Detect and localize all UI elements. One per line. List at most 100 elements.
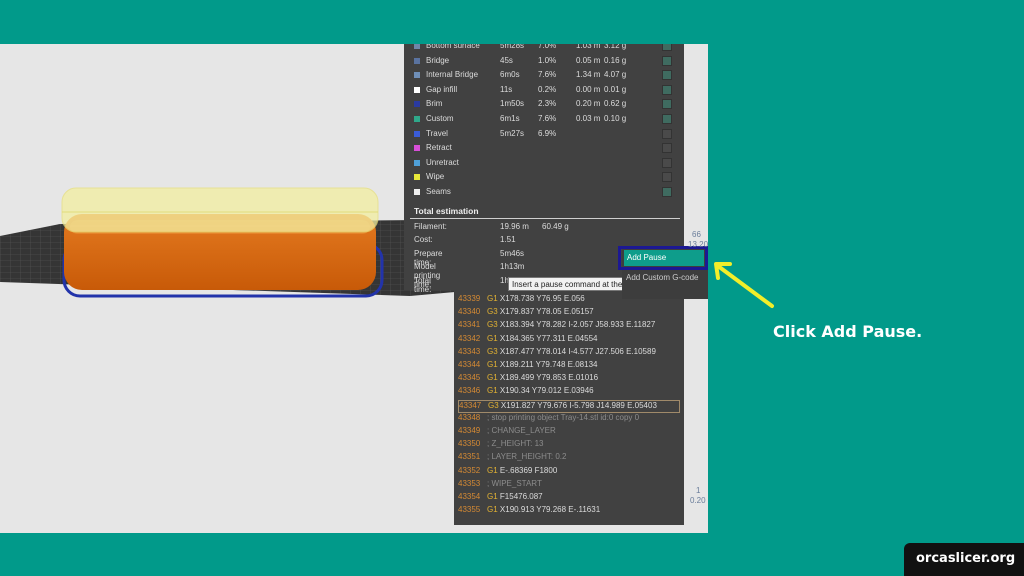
legend-row: Retract xyxy=(414,142,676,156)
gcode-line-number: 43347 xyxy=(459,400,482,410)
legend-name: Unretract xyxy=(426,157,459,167)
legend-swatch xyxy=(414,86,420,93)
legend-name: Internal Bridge xyxy=(426,70,479,80)
gcode-text: X190.913 Y79.268 E-.11631 xyxy=(499,505,601,515)
legend-m: 1.03 m xyxy=(576,44,601,50)
gcode-line[interactable]: 43349 ; CHANGE_LAYER xyxy=(458,426,680,439)
legend-row: Unretract xyxy=(414,157,676,171)
estimation-v1: 19.96 m xyxy=(500,222,529,231)
gcode-line[interactable]: 43355 G1 X190.913 Y79.268 E-.11631 xyxy=(458,505,680,518)
watermark-text: orcaslicer.org xyxy=(916,551,1016,566)
legend-name: Bridge xyxy=(426,55,450,65)
gcode-line-number: 43346 xyxy=(458,386,481,396)
legend-g: 4.07 g xyxy=(604,70,627,80)
gcode-text: X190.34 Y79.012 E.03946 xyxy=(499,386,594,396)
legend-g: 0.10 g xyxy=(604,114,627,123)
gcode-command: G1 xyxy=(487,492,498,501)
legend-pct: 7.6% xyxy=(538,114,557,123)
legend-name: Travel xyxy=(426,128,448,138)
gcode-line[interactable]: 43348 ; stop printing object Tray-14.stl … xyxy=(458,413,680,426)
gcode-line-number: 43342 xyxy=(458,333,481,343)
gcode-command: G3 xyxy=(488,400,499,410)
legend-pct: 0.2% xyxy=(538,84,557,94)
legend-visibility-checkbox[interactable] xyxy=(662,84,672,95)
legend-time: 5m28s xyxy=(500,44,525,50)
legend-visibility-checkbox[interactable] xyxy=(662,187,672,197)
gcode-text: X183.394 Y78.282 I-2.057 J58.933 E.11827 xyxy=(499,320,656,330)
legend-swatch xyxy=(414,116,420,122)
arrow-icon xyxy=(714,262,774,308)
legend-name: Retract xyxy=(426,143,452,153)
legend-m: 0.20 m xyxy=(576,99,601,109)
gcode-line-number: 43352 xyxy=(458,465,481,475)
legend-pct: 7.0% xyxy=(538,44,557,50)
legend-name: Custom xyxy=(426,114,454,123)
gcode-line[interactable]: 43341 G3 X183.394 Y78.282 I-2.057 J58.933… xyxy=(458,320,680,333)
gcode-line[interactable]: 43350 ; Z_HEIGHT: 13 xyxy=(458,439,680,452)
legend-g: 0.01 g xyxy=(604,84,627,94)
gcode-line[interactable]: 43352 G1 E-.68369 F1800 xyxy=(458,466,680,479)
model-ghost-preview xyxy=(61,187,379,233)
instruction-callout: Click Add Pause. xyxy=(773,322,923,341)
gcode-line[interactable]: 43340 G3 X179.837 Y78.05 E.05157 xyxy=(458,307,680,320)
gcode-command: G1 xyxy=(487,505,498,515)
layer-height-top: 13.20 xyxy=(688,240,708,249)
gcode-line[interactable]: 43344 G1 X189.211 Y79.748 E.08134 xyxy=(458,360,680,373)
legend-visibility-checkbox[interactable] xyxy=(662,55,672,66)
gcode-line[interactable]: 43353 ; WIPE_START xyxy=(458,479,680,492)
gcode-command: G3 xyxy=(487,346,498,356)
legend-visibility-checkbox[interactable] xyxy=(662,70,672,81)
legend-g: 3.12 g xyxy=(604,44,627,50)
gcode-line-number: 43350 xyxy=(458,439,481,449)
gcode-text: ; Z_HEIGHT: 13 xyxy=(487,439,544,449)
gcode-text: X184.365 Y77.311 E.04554 xyxy=(499,333,598,343)
legend-swatch xyxy=(414,57,420,64)
legend-name: Bottom surface xyxy=(426,44,480,50)
gcode-command: G1 xyxy=(487,373,498,383)
gcode-line[interactable]: 43342 G1 X184.365 Y77.311 E.04554 xyxy=(458,334,680,347)
gcode-line-number: 43345 xyxy=(458,373,481,383)
estimation-label: Cost: xyxy=(414,235,433,245)
legend-visibility-checkbox[interactable] xyxy=(662,114,672,124)
legend-visibility-checkbox[interactable] xyxy=(662,143,672,154)
gcode-command: G1 xyxy=(487,360,498,369)
legend-row: Wipe xyxy=(414,171,676,185)
add-custom-gcode-menu-item[interactable]: Add Custom G-code xyxy=(626,273,698,282)
estimation-v2: 60.49 g xyxy=(542,222,569,231)
gcode-line[interactable]: 43354 G1 F15476.087 xyxy=(458,492,680,505)
legend-name: Wipe xyxy=(426,172,445,182)
gcode-line-number: 43354 xyxy=(458,492,481,501)
legend-name: Gap infill xyxy=(426,84,458,94)
legend-swatch xyxy=(414,130,420,137)
gcode-text: E-.68369 F1800 xyxy=(499,465,558,475)
context-menu: Add Pause Add Custom G-code xyxy=(618,246,708,299)
gcode-line[interactable]: 43345 G1 X189.499 Y79.853 E.01016 xyxy=(458,373,680,386)
legend-row: Internal Bridge 6m0s 7.6% 1.34 m 4.07 g xyxy=(414,69,676,83)
gcode-line[interactable]: 43351 ; LAYER_HEIGHT: 0.2 xyxy=(458,452,680,465)
legend-pct: 6.9% xyxy=(538,128,557,138)
legend-swatch xyxy=(414,174,420,181)
gcode-text: X189.211 Y79.748 E.08134 xyxy=(499,360,598,369)
legend-visibility-checkbox[interactable] xyxy=(662,157,672,168)
legend-row: Bridge 45s 1.0% 0.05 m 0.16 g xyxy=(414,55,676,69)
watermark-badge: orcaslicer.org xyxy=(904,543,1024,576)
gcode-text: ; LAYER_HEIGHT: 0.2 xyxy=(487,452,567,462)
gcode-line-number: 43353 xyxy=(458,478,481,488)
legend-time: 6m1s xyxy=(500,114,520,123)
legend-g: 0.62 g xyxy=(604,99,627,109)
legend-visibility-checkbox[interactable] xyxy=(662,128,672,139)
legend-row: Travel 5m27s 6.9% xyxy=(414,128,676,142)
gcode-line[interactable]: 43347 G3 X191.827 Y79.676 I-5.798 J14.989… xyxy=(458,399,680,413)
layer-number-top: 66 xyxy=(692,230,701,239)
gcode-viewer[interactable]: 43339 G1 X178.738 Y76.95 E.056 43340 G3 X17… xyxy=(454,290,684,525)
estimation-v1: 5m46s xyxy=(500,248,525,258)
legend-visibility-checkbox[interactable] xyxy=(662,99,672,110)
gcode-line[interactable]: 43346 G1 X190.34 Y79.012 E.03946 xyxy=(458,386,680,399)
legend-m: 0.03 m xyxy=(576,114,601,123)
legend-visibility-checkbox[interactable] xyxy=(662,172,672,183)
estimation-v1: 1h13m xyxy=(500,262,525,272)
estimation-label: Total time: xyxy=(414,275,432,294)
legend-visibility-checkbox[interactable] xyxy=(662,44,672,51)
gcode-line[interactable]: 43343 G3 X187.477 Y78.014 I-4.577 J27.506… xyxy=(458,347,680,360)
gcode-command: G1 xyxy=(487,386,498,396)
